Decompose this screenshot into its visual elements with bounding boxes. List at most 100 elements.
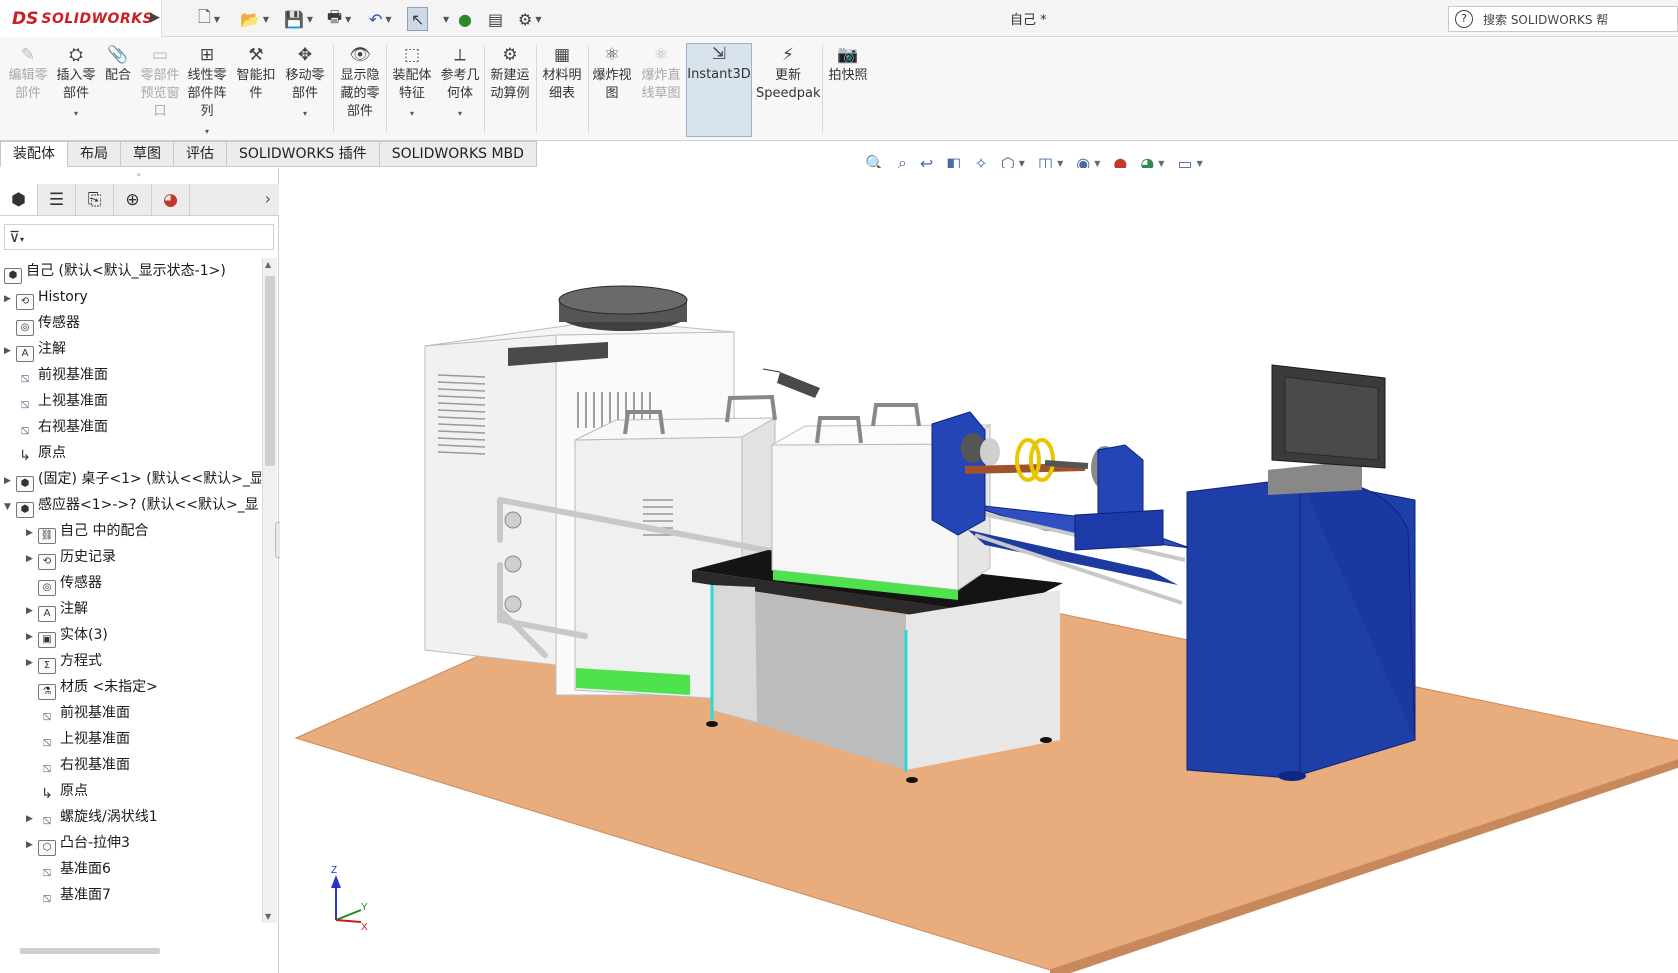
chevron-down-icon[interactable]: ▼ — [307, 15, 313, 24]
chevron-down-icon[interactable]: ▼ — [1094, 159, 1100, 168]
tree-item[interactable]: ⧅ 前视基准面 — [26, 700, 130, 726]
chevron-right-icon[interactable]: ▶ — [26, 624, 38, 650]
explode-line-sketch-button[interactable]: ⚛ 爆炸直 线草图 — [638, 45, 684, 103]
options-button[interactable]: ⚙ ▼ — [518, 7, 542, 31]
tree-item[interactable]: ▶ ⧅ 螺旋线/涡状线1 — [26, 804, 158, 830]
bill-of-materials-button[interactable]: ▦ 材料明 细表 — [539, 45, 585, 103]
insert-components-button[interactable]: ⛭ 插入零 部件 ▾ — [53, 45, 99, 123]
help-question-icon[interactable]: ? — [1455, 10, 1473, 28]
tree-item[interactable]: ⧅ 上视基准面 — [26, 726, 130, 752]
rebuild-button[interactable]: ● — [458, 7, 472, 31]
scroll-down-icon[interactable]: ▼ — [265, 912, 271, 921]
tree-item[interactable]: ◎ 传感器 — [26, 570, 102, 596]
tab-4[interactable]: SOLIDWORKS 插件 — [227, 141, 380, 167]
tree-item[interactable]: ↳ 原点 — [4, 440, 66, 466]
panel-grip-icon[interactable]: ⚬ — [135, 171, 143, 181]
show-hidden-components-button[interactable]: 👁 显示隐 藏的零 部件 — [337, 45, 383, 121]
assembly-features-button[interactable]: ⬚ 装配体 特征 ▾ — [389, 45, 435, 123]
chevron-down-icon[interactable]: ▾ — [282, 105, 328, 123]
open-button[interactable]: 📂 ▼ — [240, 7, 269, 31]
horizontal-scrollbar-thumb[interactable] — [20, 948, 160, 954]
select-dropdown[interactable]: ▼ — [440, 7, 449, 31]
tree-item[interactable]: ▶ ⬡ 凸台-拉伸3 — [26, 830, 130, 856]
chevron-down-icon[interactable]: ▼ — [385, 15, 391, 24]
mate-button[interactable]: 📎 配合 — [101, 45, 135, 85]
move-component-button[interactable]: ✥ 移动零 部件 ▾ — [282, 45, 328, 123]
configuration-manager-icon[interactable]: ⎘ — [76, 184, 114, 215]
tree-scrollbar[interactable]: ▲ ▼ — [262, 258, 277, 923]
solidworks-logo[interactable]: DS SOLIDWORKS — [0, 0, 162, 37]
tree-item[interactable]: ⧅ 基准面6 — [26, 856, 111, 882]
chevron-right-icon[interactable]: ▶ — [26, 598, 38, 624]
tree-item[interactable]: ▶ ▣ 实体(3) — [26, 622, 108, 648]
print-button[interactable]: 🖶 ▼ — [327, 7, 351, 31]
chevron-down-icon[interactable]: ▼ — [1019, 159, 1025, 168]
undo-button[interactable]: ↶ ▼ — [369, 7, 392, 31]
chevron-right-icon[interactable]: ▶ — [26, 650, 38, 676]
tree-item[interactable]: ◎ 传感器 — [4, 310, 80, 336]
chevron-right-icon[interactable]: ▶ — [26, 832, 38, 858]
exploded-view-button[interactable]: ⚛ 爆炸视 图 — [591, 45, 633, 103]
update-speedpak-button[interactable]: ⚡ 更新 Speedpak — [756, 45, 821, 103]
graphics-area[interactable]: Z Y X — [280, 168, 1678, 973]
tree-item[interactable]: ▶ ⟲ History — [4, 284, 88, 310]
chevron-down-icon[interactable]: ▾ — [437, 105, 483, 123]
chevron-right-icon[interactable]: ▶ — [26, 546, 38, 572]
tree-item[interactable]: ▶ ⟲ 历史记录 — [26, 544, 116, 570]
chevron-right-icon[interactable]: ▶ — [26, 806, 38, 832]
component-preview-button[interactable]: ▭ 零部件 预览窗 口 — [138, 45, 182, 121]
chevron-right-icon[interactable]: ▶ — [4, 468, 16, 494]
tree-item[interactable]: ▼ ⬢ 感应器<1>->? (默认<<默认>_显 — [4, 492, 259, 518]
property-manager-icon[interactable]: ☰ — [38, 184, 76, 215]
new-doc-button[interactable]: 🗋 ▼ — [198, 7, 220, 31]
chevron-down-icon[interactable]: ▼ — [263, 15, 269, 24]
scroll-up-icon[interactable]: ▲ — [265, 260, 271, 269]
tree-item[interactable]: ▶ A 注解 — [4, 336, 66, 362]
instant3d-button[interactable]: ⇲ Instant3D — [686, 43, 752, 137]
help-search-input[interactable]: ? 搜索 SOLIDWORKS 帮 — [1448, 6, 1678, 32]
tree-item[interactable]: ⧅ 基准面7 — [26, 882, 111, 908]
tree-item[interactable]: ▶ Σ 方程式 — [26, 648, 102, 674]
tree-item[interactable]: ⚗ 材质 <未指定> — [26, 674, 158, 700]
tree-filter-input[interactable]: ⊽▾ — [4, 224, 274, 250]
tree-root-assembly[interactable]: ⬢ 自己 (默认<默认_显示状态-1>) — [4, 258, 226, 284]
save-button[interactable]: 💾 ▼ — [284, 7, 313, 31]
tree-item[interactable]: ⧅ 右视基准面 — [26, 752, 130, 778]
new-motion-study-button[interactable]: ⚙ 新建运 动算例 — [487, 45, 533, 103]
feature-manager-icon[interactable]: ⬢ — [0, 184, 38, 215]
dimxpert-icon[interactable]: ⊕ — [114, 184, 152, 215]
tree-item[interactable]: ⧅ 上视基准面 — [4, 388, 108, 414]
linear-pattern-button[interactable]: ⊞ 线性零 部件阵 列 ▾ — [184, 45, 230, 141]
chevron-down-icon[interactable]: ▼ — [1197, 159, 1203, 168]
chevron-right-icon[interactable]: › — [265, 189, 271, 208]
take-snapshot-button[interactable]: 📷 拍快照 — [826, 45, 870, 85]
tree-item[interactable]: ⧅ 右视基准面 — [4, 414, 108, 440]
chevron-down-icon[interactable]: ▼ — [214, 15, 220, 24]
tree-item[interactable]: ▶ ⬢ (固定) 桌子<1> (默认<<默认>_显 — [4, 466, 261, 492]
reference-geometry-button[interactable]: ⟂ 参考几 何体 ▾ — [437, 45, 483, 123]
tab-1[interactable]: 布局 — [68, 141, 121, 167]
chevron-right-icon[interactable]: ▶ — [4, 338, 16, 364]
chevron-down-icon[interactable]: ▾ — [389, 105, 435, 123]
tree-item[interactable]: ⧅ 前视基准面 — [4, 362, 108, 388]
display-manager-icon[interactable]: ◕ — [152, 184, 190, 215]
select-button[interactable]: ↖ — [407, 7, 429, 31]
menu-expand-arrow-icon[interactable]: ▶ — [150, 10, 160, 25]
tab-3[interactable]: 评估 — [174, 141, 227, 167]
chevron-down-icon[interactable]: ▼ — [1158, 159, 1164, 168]
chevron-right-icon[interactable]: ▶ — [4, 286, 16, 312]
chevron-down-icon[interactable]: ▼ — [345, 15, 351, 24]
tab-2[interactable]: 草图 — [121, 141, 174, 167]
chevron-down-icon[interactable]: ▼ — [4, 494, 16, 520]
smart-fasteners-button[interactable]: ⚒ 智能扣 件 — [233, 45, 279, 103]
chevron-down-icon[interactable]: ▼ — [1057, 159, 1063, 168]
chevron-down-icon[interactable]: ▼ — [535, 15, 541, 24]
tree-item[interactable]: ▶ A 注解 — [26, 596, 88, 622]
chevron-right-icon[interactable]: ▶ — [26, 520, 38, 546]
file-properties-button[interactable]: ▤ — [488, 7, 503, 31]
chevron-down-icon[interactable]: ▾ — [184, 123, 230, 141]
tab-0[interactable]: 装配体 — [0, 141, 68, 167]
tree-item[interactable]: ↳ 原点 — [26, 778, 88, 804]
tab-5[interactable]: SOLIDWORKS MBD — [379, 141, 537, 167]
tree-item[interactable]: ▶ ⛓ 自己 中的配合 — [26, 518, 148, 544]
